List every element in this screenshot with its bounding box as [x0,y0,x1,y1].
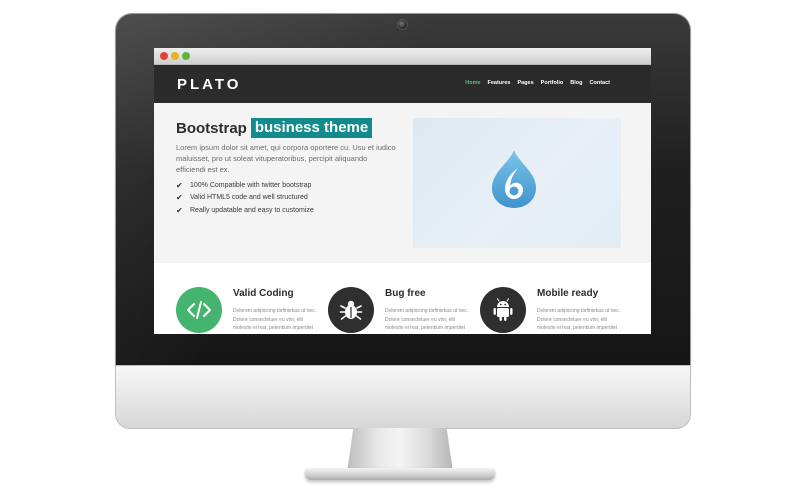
hero-headline: Bootstrap business theme [176,118,373,138]
monitor-stand-neck [347,428,453,472]
service-text: Dolorem adipiscing definiebas ut nec. Do… [537,308,621,331]
menu-item-blog[interactable]: Blog [570,80,582,86]
feature-list: ✔ 100% Compatible with twitter bootstrap… [176,179,314,217]
browser-titlebar [154,48,651,65]
code-icon [176,287,222,333]
service-text: Dolorem adipiscing definiebas ut nec. Do… [233,308,317,331]
list-item: ✔ Really updatable and easy to customize [176,204,314,217]
check-icon: ✔ [176,180,183,190]
services-section: Valid Coding Dolorem adipiscing definieb… [154,263,651,334]
list-item: ✔ 100% Compatible with twitter bootstrap [176,179,314,192]
bug-icon [328,287,374,333]
list-item: ✔ Valid HTML5 code and well structured [176,192,314,205]
close-window-button[interactable] [160,52,168,60]
feature-text: Really updatable and easy to customize [190,206,314,214]
minimize-window-button[interactable] [171,52,179,60]
maximize-window-button[interactable] [182,52,190,60]
menu-item-contact[interactable]: Contact [590,80,610,86]
menu-item-home[interactable]: Home [465,80,480,86]
hero-lead-text: Lorem ipsum dolor sit amet, qui corpora … [176,143,396,174]
menu-item-pages[interactable]: Pages [517,80,533,86]
monitor-chin [116,366,690,428]
check-icon: ✔ [176,193,183,203]
hero-section: Bootstrap business theme Lorem ipsum dol… [154,103,651,263]
service-text: Dolorem adipiscing definiebas ut nec. Do… [385,308,469,331]
service-title: Mobile ready [537,288,599,299]
site-logo[interactable]: PLATO [177,76,241,93]
android-icon [480,287,526,333]
drupal-drop-icon [492,150,536,208]
service-title: Bug free [385,288,426,299]
screen: PLATO Home Features Pages Portfolio Blog… [154,48,651,334]
headline-text: Bootstrap [176,119,247,137]
monitor-stand-foot [305,468,495,480]
service-title: Valid Coding [233,288,294,299]
feature-text: 100% Compatible with twitter bootstrap [190,181,312,189]
headline-highlight: business theme [250,118,373,138]
feature-text: Valid HTML5 code and well structured [190,194,308,202]
site-navbar: PLATO Home Features Pages Portfolio Blog… [154,65,651,103]
main-menu: Home Features Pages Portfolio Blog Conta… [465,80,610,86]
menu-item-features[interactable]: Features [488,80,511,86]
webcam-icon [398,20,407,29]
hero-image [413,118,621,248]
menu-item-portfolio[interactable]: Portfolio [541,80,564,86]
check-icon: ✔ [176,205,183,215]
